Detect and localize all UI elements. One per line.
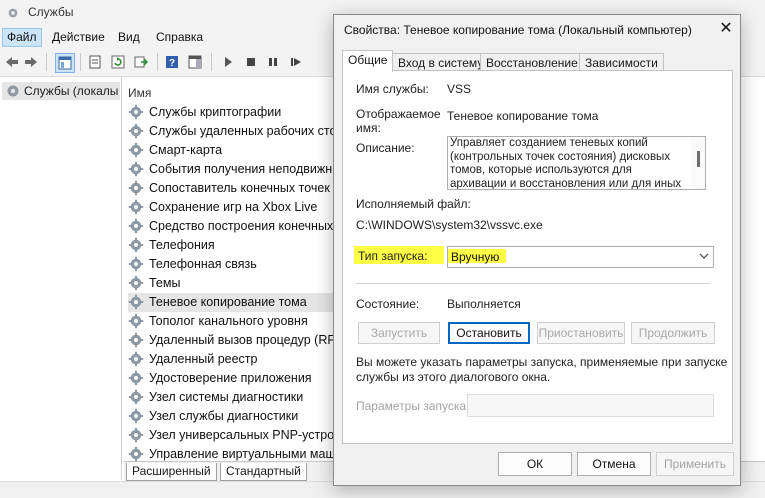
menu-file[interactable]: Файл bbox=[2, 28, 42, 47]
apply-button[interactable]: Применить bbox=[656, 452, 734, 476]
start-params-input[interactable] bbox=[467, 394, 714, 417]
service-gear-icon bbox=[128, 237, 144, 253]
column-header-name[interactable]: Имя bbox=[128, 86, 151, 100]
service-name: Удаленный вызов процедур (RPC) bbox=[149, 333, 349, 347]
service-gear-icon bbox=[128, 313, 144, 329]
menu-view[interactable]: Вид bbox=[114, 29, 144, 46]
service-name-label: Имя службы: bbox=[356, 82, 429, 96]
menu-help[interactable]: Справка bbox=[152, 29, 207, 46]
exe-path-label: Исполняемый файл: bbox=[356, 197, 471, 211]
stop-icon[interactable] bbox=[242, 53, 260, 71]
menu-action[interactable]: Действие bbox=[48, 29, 109, 46]
service-gear-icon bbox=[128, 351, 144, 367]
description-text: Управляет созданием теневых копий (контр… bbox=[450, 137, 682, 190]
resume-button[interactable]: Продолжить bbox=[631, 322, 715, 344]
pause-icon[interactable] bbox=[264, 53, 282, 71]
description-scrollbar[interactable] bbox=[691, 137, 705, 189]
service-name: Телефония bbox=[149, 238, 215, 252]
startup-type-value: Вручную bbox=[451, 250, 500, 264]
exe-path-value: C:\WINDOWS\system32\vssvc.exe bbox=[356, 218, 543, 232]
hint-text-line2: службы из этого диалогового окна. bbox=[356, 370, 551, 384]
console-tree: Службы (локалы bbox=[0, 77, 122, 480]
tab-general[interactable]: Общие bbox=[342, 50, 394, 72]
service-gear-icon bbox=[128, 446, 144, 461]
forward-arrow-icon[interactable] bbox=[22, 53, 40, 71]
display-name-value: Теневое копирование тома bbox=[447, 109, 599, 123]
close-icon[interactable]: ✕ bbox=[718, 21, 734, 37]
service-gear-icon bbox=[128, 275, 144, 291]
section-divider bbox=[356, 283, 710, 284]
window-title: Службы bbox=[28, 5, 74, 19]
services-gear-icon bbox=[8, 8, 18, 18]
show-pane-icon[interactable] bbox=[186, 53, 204, 71]
display-name-label-line1: Отображаемое bbox=[356, 107, 441, 121]
description-label: Описание: bbox=[356, 141, 415, 155]
service-name: Узел универсальных PNP-устройс bbox=[149, 428, 348, 442]
service-gear-icon bbox=[128, 142, 144, 158]
description-textbox[interactable]: Управляет созданием теневых копий (контр… bbox=[447, 136, 706, 190]
service-name: Узел системы диагностики bbox=[149, 390, 304, 404]
service-name: Телефонная связь bbox=[149, 257, 257, 271]
service-gear-icon bbox=[128, 218, 144, 234]
service-gear-icon bbox=[128, 104, 144, 120]
tree-node-services-local[interactable]: Службы (локалы bbox=[2, 82, 120, 100]
service-gear-icon bbox=[128, 199, 144, 215]
service-name: Тополог канального уровня bbox=[149, 314, 308, 328]
service-name: Сопоставитель конечных точек RF bbox=[149, 181, 350, 195]
status-label: Состояние: bbox=[356, 297, 420, 311]
display-name-label-line2: имя: bbox=[356, 121, 381, 135]
service-gear-icon bbox=[128, 370, 144, 386]
service-name: Теневое копирование тома bbox=[149, 295, 307, 309]
service-name: Управление виртуальными машин bbox=[149, 447, 350, 461]
chevron-down-icon bbox=[699, 253, 709, 259]
properties-icon[interactable] bbox=[86, 53, 104, 71]
hint-text-line1: Вы можете указать параметры запуска, при… bbox=[356, 355, 728, 369]
service-gear-icon bbox=[128, 294, 144, 310]
service-gear-icon bbox=[128, 332, 144, 348]
start-button[interactable]: Запустить bbox=[358, 322, 440, 344]
ok-button[interactable]: ОК bbox=[498, 452, 572, 476]
service-gear-icon bbox=[128, 256, 144, 272]
tab-extended[interactable]: Расширенный bbox=[126, 463, 217, 481]
startup-type-label: Тип запуска: bbox=[358, 249, 428, 263]
startup-type-select[interactable]: Вручную bbox=[447, 246, 714, 268]
pause-button[interactable]: Приостановить bbox=[537, 322, 625, 344]
service-name: Средство построения конечных то bbox=[149, 219, 350, 233]
service-properties-dialog: Свойства: Теневое копирование тома (Лока… bbox=[333, 14, 741, 486]
export-icon[interactable] bbox=[132, 53, 150, 71]
service-name: Узел службы диагностики bbox=[149, 409, 299, 423]
service-name: Удаленный реестр bbox=[149, 352, 258, 366]
back-arrow-icon[interactable] bbox=[3, 53, 21, 71]
svg-text:?: ? bbox=[169, 58, 175, 69]
dialog-title: Свойства: Теневое копирование тома (Лока… bbox=[344, 23, 692, 37]
status-value: Выполняется bbox=[447, 297, 521, 311]
services-gear-icon bbox=[7, 85, 19, 97]
service-name: События получения неподвижных bbox=[149, 162, 348, 176]
service-gear-icon bbox=[128, 180, 144, 196]
service-gear-icon bbox=[128, 389, 144, 405]
general-tab-panel: Имя службы: VSS Отображаемое имя: Тенево… bbox=[342, 70, 733, 444]
service-name: Службы криптографии bbox=[149, 105, 282, 119]
start-params-label: Параметры запуска: bbox=[356, 399, 470, 413]
play-icon[interactable] bbox=[219, 53, 237, 71]
stop-button[interactable]: Остановить bbox=[448, 322, 530, 344]
cancel-button[interactable]: Отмена bbox=[577, 452, 651, 476]
service-gear-icon bbox=[128, 123, 144, 139]
help-icon[interactable]: ? bbox=[163, 53, 181, 71]
tab-standard[interactable]: Стандартный bbox=[220, 463, 307, 481]
service-name: Темы bbox=[149, 276, 181, 290]
service-name: Смарт-карта bbox=[149, 143, 223, 157]
service-gear-icon bbox=[128, 161, 144, 177]
service-name: Сохранение игр на Xbox Live bbox=[149, 200, 318, 214]
service-gear-icon bbox=[128, 408, 144, 424]
refresh-icon[interactable] bbox=[109, 53, 127, 71]
restart-icon[interactable] bbox=[287, 53, 305, 71]
console-tree-icon[interactable] bbox=[55, 53, 75, 73]
tree-node-label: Службы (локалы bbox=[24, 84, 119, 98]
service-name-value: VSS bbox=[447, 82, 472, 96]
service-name: Службы удаленных рабочих столо bbox=[149, 124, 351, 138]
service-name: Удостоверение приложения bbox=[149, 371, 312, 385]
service-gear-icon bbox=[128, 427, 144, 443]
